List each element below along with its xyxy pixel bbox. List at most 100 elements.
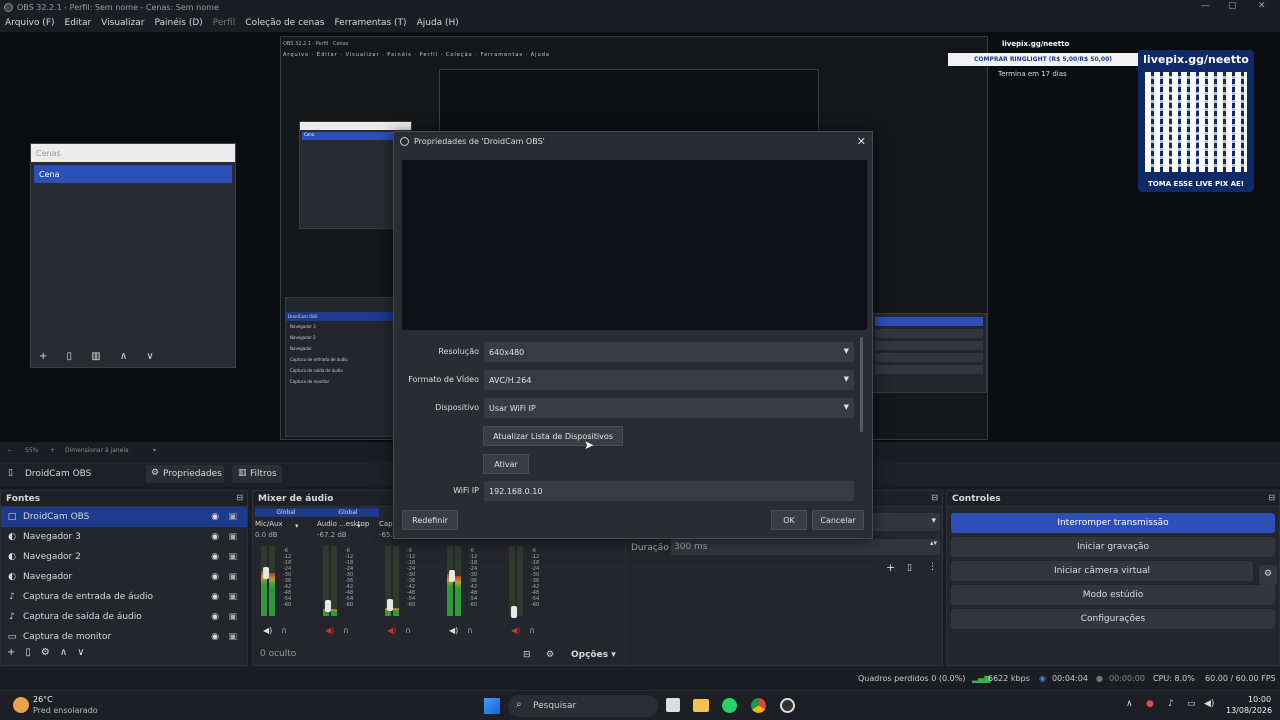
mixer-settings-icon[interactable]: ⚙ <box>546 650 554 660</box>
headphones-icon[interactable]: ∩ <box>529 626 535 635</box>
mixer-layout-icon[interactable]: ⊟ <box>523 650 531 660</box>
source-settings-button[interactable]: ⚙ <box>41 647 50 658</box>
clock-time[interactable]: 10:00 <box>1248 695 1271 704</box>
reset-button[interactable]: Redefinir <box>402 510 458 530</box>
virtual-camera-settings-icon[interactable]: ⚙ <box>1259 565 1277 585</box>
move-up-button[interactable]: ∧ <box>60 647 67 658</box>
chevron-down-icon[interactable]: ▾ <box>153 447 156 454</box>
lock-icon[interactable]: ▣ <box>228 572 237 582</box>
visibility-eye-icon[interactable]: ◉ <box>211 552 219 562</box>
source-item[interactable]: ♪ Captura de entrada de áudio ◉ ▣ <box>1 587 247 607</box>
dock-icon[interactable]: ⊟ <box>931 493 938 502</box>
whatsapp-icon[interactable] <box>722 698 737 713</box>
cancel-button[interactable]: Cancelar <box>812 510 864 530</box>
more-icon[interactable]: ⋮ <box>928 562 937 572</box>
menu-perfil[interactable]: Perfil <box>208 15 241 32</box>
control-button[interactable]: Modo estúdio <box>951 585 1275 605</box>
video-format-select[interactable]: AVC/H.264 ▼ <box>484 370 854 390</box>
minimize-button[interactable]: — <box>1201 1 1210 11</box>
lock-icon[interactable]: ▣ <box>228 552 237 562</box>
close-icon[interactable]: ✕ <box>857 135 866 148</box>
maximize-button[interactable]: ▢ <box>1228 1 1237 11</box>
remove-source-button[interactable]: ▯ <box>25 647 31 658</box>
menu-paineis[interactable]: Painéis (D) <box>149 15 207 32</box>
visibility-eye-icon[interactable]: ◉ <box>211 512 219 522</box>
volume-fader[interactable] <box>387 599 393 611</box>
control-button[interactable]: Iniciar câmera virtual <box>951 561 1253 581</box>
dock-icon[interactable]: ⊟ <box>1268 493 1275 502</box>
lock-icon[interactable]: ▣ <box>228 632 237 642</box>
mixer-options-button[interactable]: Opções ▾ <box>571 650 616 660</box>
speaker-icon[interactable]: ◀) <box>325 626 334 635</box>
volume-fader[interactable] <box>511 606 517 618</box>
lock-icon[interactable]: ▣ <box>228 592 237 602</box>
chrome-icon[interactable] <box>751 698 766 713</box>
headphones-icon[interactable]: ∩ <box>281 626 287 635</box>
headphones-icon[interactable]: ∩ <box>405 626 411 635</box>
speaker-icon[interactable]: ◀) <box>387 626 396 635</box>
lock-icon[interactable]: ▣ <box>228 512 237 522</box>
source-item[interactable]: ♪ Captura de saída de áudio ◉ ▣ <box>1 607 247 627</box>
visibility-eye-icon[interactable]: ◉ <box>211 592 219 602</box>
menu-visualizar[interactable]: Visualizar <box>96 15 149 32</box>
menu-editar[interactable]: Editar <box>60 15 97 32</box>
visibility-eye-icon[interactable]: ◉ <box>211 612 219 622</box>
network-icon[interactable]: ▭ <box>1187 699 1196 709</box>
source-item[interactable]: ◐ Navegador ◉ ▣ <box>1 567 247 587</box>
lock-icon[interactable]: ▣ <box>228 612 237 622</box>
menu-ferramentas[interactable]: Ferramentas (T) <box>329 15 411 32</box>
device-select[interactable]: Usar WiFi IP ▼ <box>484 398 854 418</box>
zoom-in-button[interactable]: + <box>50 447 55 454</box>
menu-ajuda[interactable]: Ajuda (H) <box>412 15 464 32</box>
dock-icon[interactable]: ⊟ <box>236 493 243 502</box>
volume-icon[interactable]: ◀) <box>1204 699 1214 709</box>
source-item[interactable]: ◐ Navegador 3 ◉ ▣ <box>1 527 247 547</box>
speaker-icon[interactable]: ◀) <box>449 626 458 635</box>
speaker-icon[interactable]: ◀) <box>263 626 272 635</box>
headphones-icon[interactable]: ∩ <box>467 626 473 635</box>
volume-fader[interactable] <box>263 567 269 579</box>
wifi-ip-input[interactable]: 192.168.0.10 <box>484 481 854 501</box>
obs-taskbar-icon[interactable] <box>780 698 795 713</box>
control-button[interactable]: Interromper transmissão <box>951 513 1275 533</box>
lock-icon[interactable]: ▣ <box>228 532 237 542</box>
chevron-down-icon[interactable]: ▾ <box>357 522 361 530</box>
microphone-icon[interactable]: ♪ <box>1168 699 1174 709</box>
menu-arquivo[interactable]: Arquivo (F) <box>0 15 60 32</box>
tray-app-icon[interactable]: ● <box>1146 699 1154 709</box>
ok-button[interactable]: OK <box>771 510 807 530</box>
visibility-eye-icon[interactable]: ◉ <box>211 572 219 582</box>
remove-transition-button[interactable]: ▯ <box>907 563 912 573</box>
move-down-button[interactable]: ∨ <box>77 647 84 658</box>
close-window-button[interactable]: ✕ <box>1258 1 1266 11</box>
windows-start-icon[interactable] <box>484 698 500 714</box>
tray-overflow-icon[interactable]: ∧ <box>1126 699 1133 709</box>
duration-input[interactable]: 300 ms ▴▾ <box>671 539 940 555</box>
chevron-down-icon[interactable]: ▾ <box>295 522 299 530</box>
weather-icon[interactable] <box>13 697 29 713</box>
properties-button[interactable]: ⚙ Propriedades <box>146 465 224 483</box>
task-view-icon[interactable] <box>666 698 680 712</box>
add-transition-button[interactable]: + <box>886 561 895 574</box>
resolution-select[interactable]: 640x480 ▼ <box>484 342 854 362</box>
volume-fader[interactable] <box>449 570 455 582</box>
source-item[interactable]: ◐ Navegador 2 ◉ ▣ <box>1 547 247 567</box>
filters-button[interactable]: ▥ Filtros <box>232 465 282 483</box>
source-item[interactable]: □ DroidCam OBS ◉ ▣ <box>1 507 247 527</box>
speaker-icon[interactable]: ◀) <box>511 626 520 635</box>
volume-fader[interactable] <box>325 600 331 612</box>
clock-date[interactable]: 13/08/2026 <box>1226 706 1272 715</box>
file-explorer-icon[interactable] <box>693 699 709 712</box>
visibility-eye-icon[interactable]: ◉ <box>211 532 219 542</box>
zoom-out-button[interactable]: − <box>7 447 12 454</box>
headphones-icon[interactable]: ∩ <box>343 626 349 635</box>
control-button[interactable]: Configurações <box>951 609 1275 629</box>
add-source-button[interactable]: + <box>7 647 15 658</box>
refresh-devices-button[interactable]: Atualizar Lista de Dispositivos <box>483 426 623 446</box>
search-box[interactable]: ⌕ Pesquisar <box>508 695 658 717</box>
visibility-eye-icon[interactable]: ◉ <box>211 632 219 642</box>
menu-colecao-cenas[interactable]: Coleção de cenas <box>240 15 329 32</box>
scale-mode-select[interactable]: Dimensionar à janela <box>65 447 129 454</box>
activate-button[interactable]: Ativar <box>483 454 529 474</box>
control-button[interactable]: Iniciar gravação <box>951 537 1275 557</box>
